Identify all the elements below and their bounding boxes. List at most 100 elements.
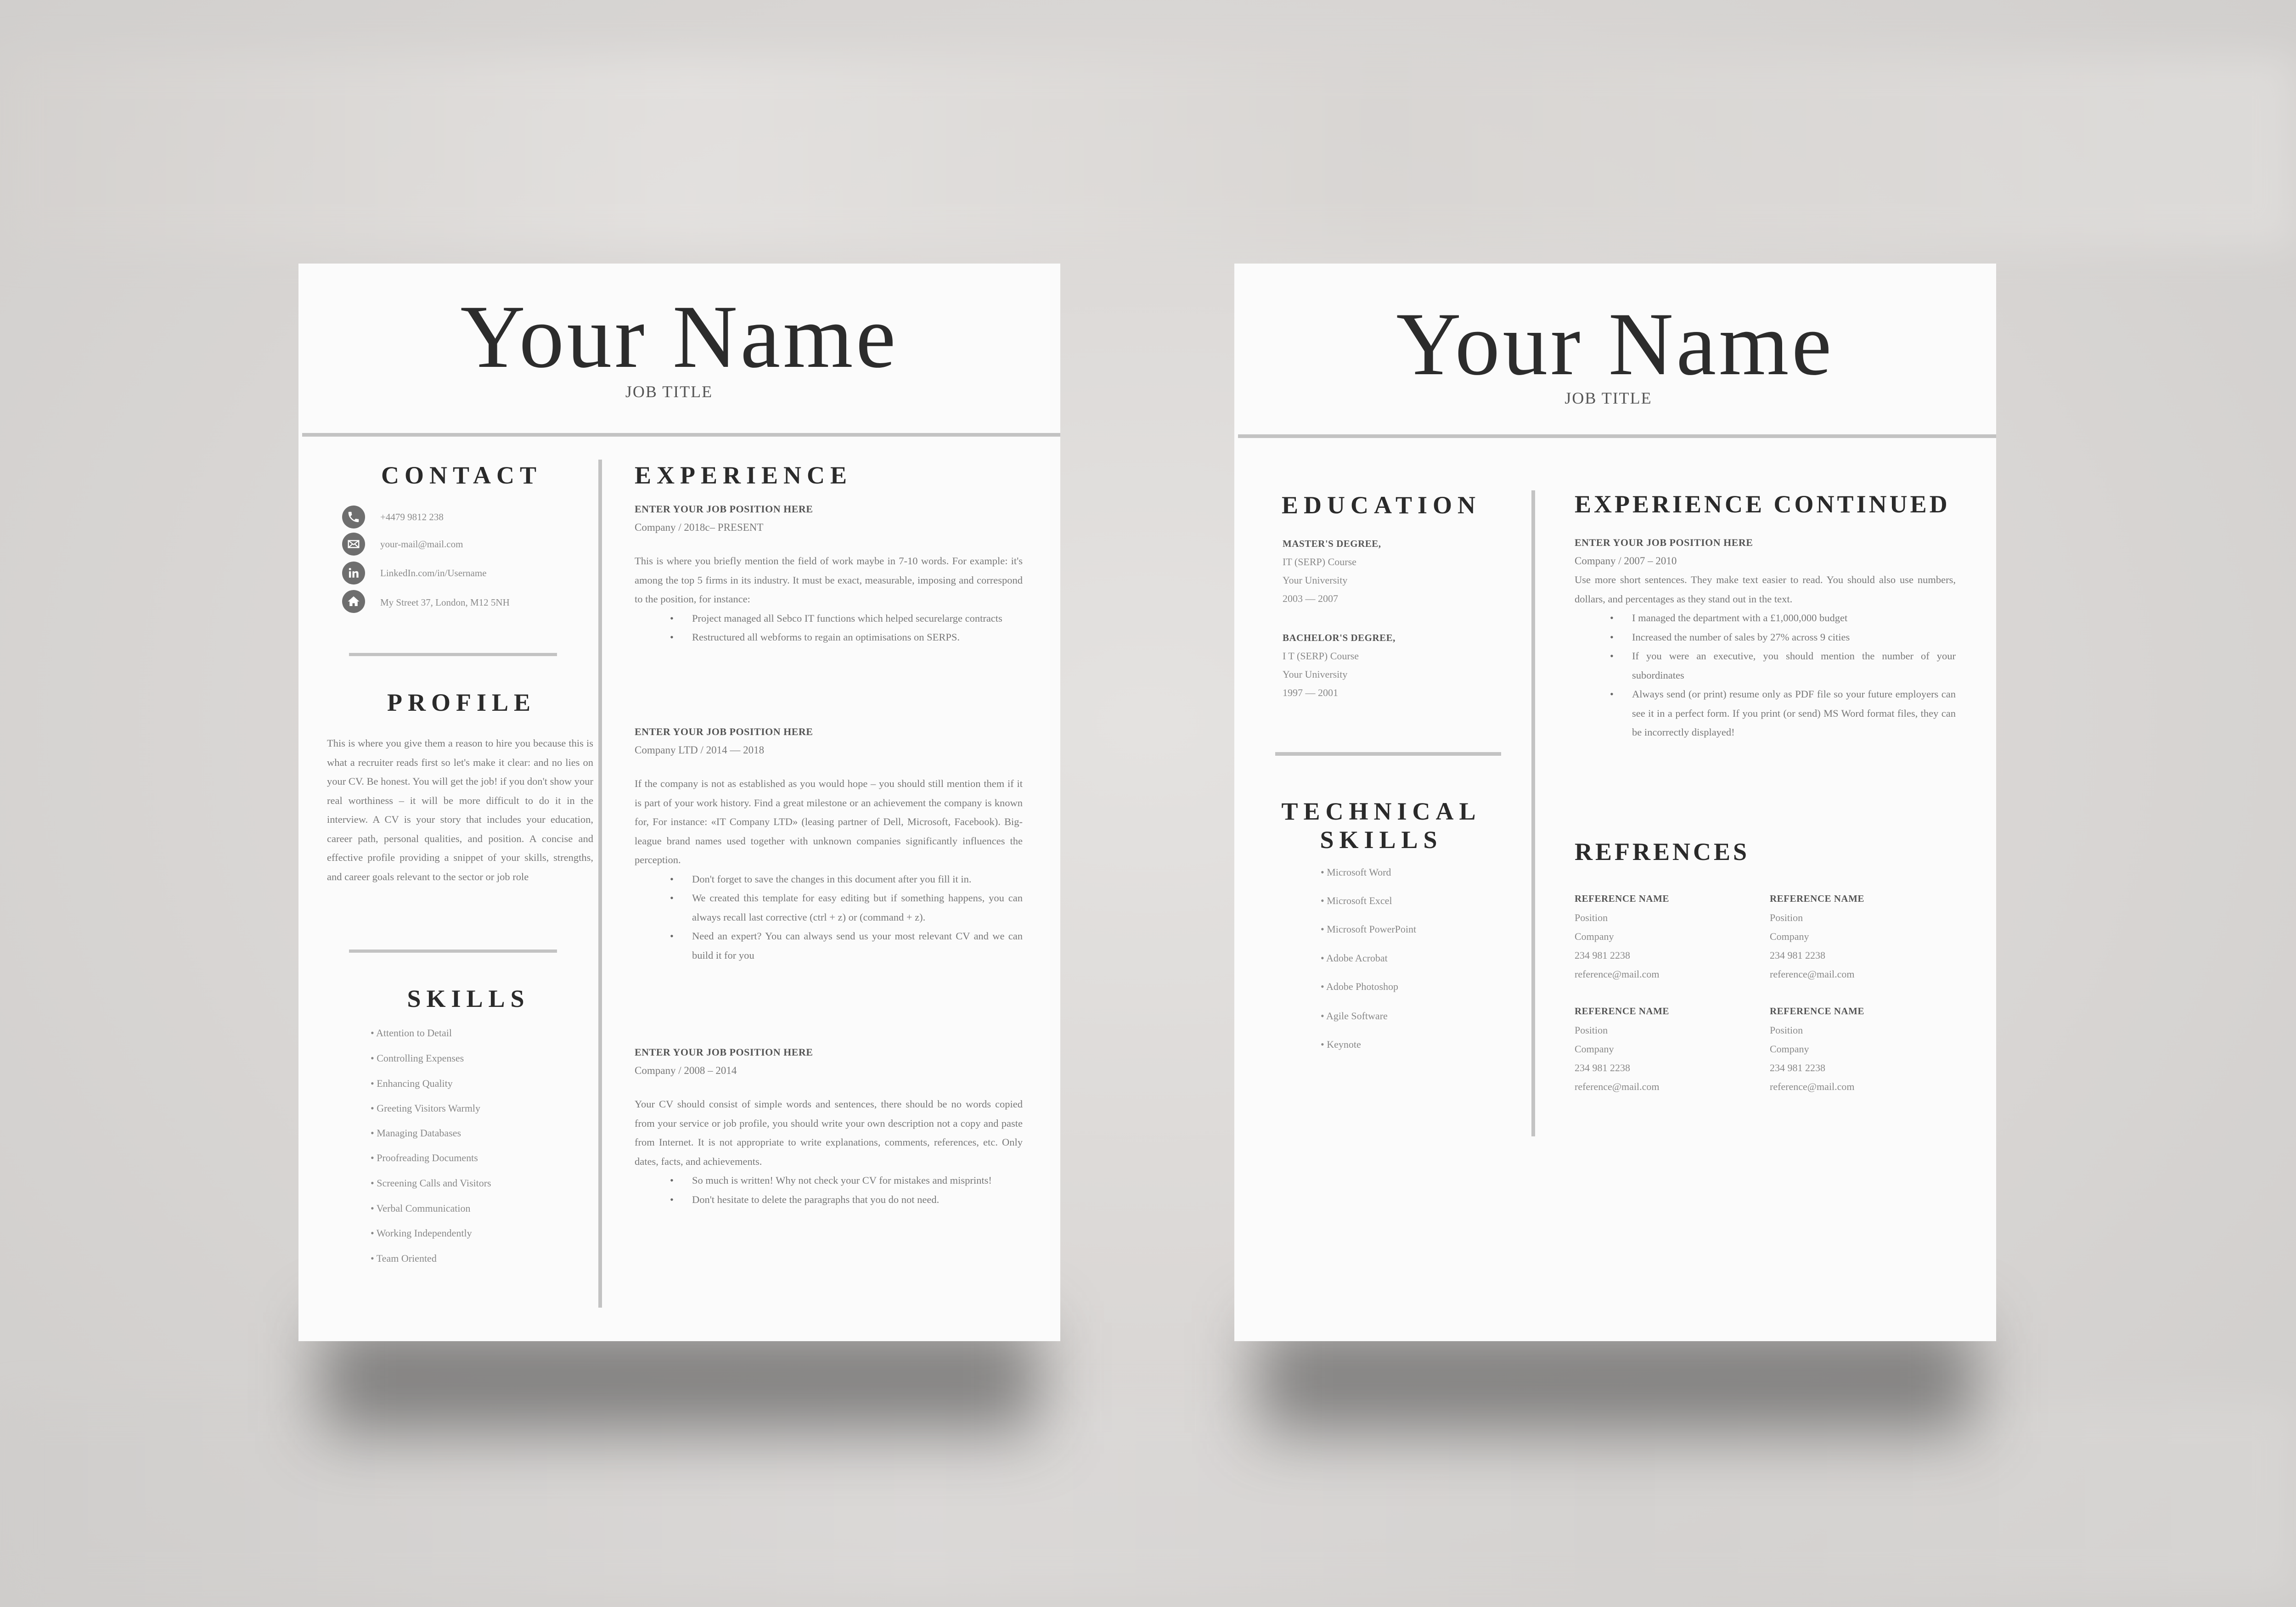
skill-item: • Working Independently: [371, 1227, 472, 1239]
course: I T (SERP) Course: [1283, 650, 1359, 662]
years: 1997 — 2001: [1283, 687, 1338, 698]
job-description: This is where you briefly mention the fi…: [635, 555, 1023, 605]
experience-continued-heading: EXPERIENCE CONTINUED: [1575, 490, 1950, 518]
section-divider: [1275, 752, 1501, 756]
education-entry: MASTER'S DEGREE, IT (SERP) Course Your U…: [1283, 534, 1503, 608]
contact-linkedin-text: LinkedIn.com/in/Username: [380, 567, 487, 579]
job-bullet: Need an expert? You can always send us y…: [670, 927, 1023, 965]
section-divider: [349, 653, 557, 656]
skill-item: • Greeting Visitors Warmly: [371, 1102, 481, 1114]
home-icon: [342, 590, 365, 613]
degree: BACHELOR'S DEGREE,: [1283, 632, 1396, 643]
job-bullet: Always send (or print) resume only as PD…: [1610, 685, 1956, 742]
contact-address: My Street 37, London, M12 5NH: [342, 589, 510, 614]
skills-heading: SKILLS: [407, 985, 530, 1012]
technical-skill-item: • Microsoft PowerPoint: [1321, 923, 1417, 935]
reference-email[interactable]: reference@mail.com: [1770, 965, 1953, 983]
job-bullet: We created this template for easy editin…: [670, 888, 1023, 927]
reference-position: Position: [1770, 912, 1803, 923]
degree: MASTER'S DEGREE,: [1283, 538, 1381, 549]
job-meta: Company / 2018c– PRESENT: [635, 522, 764, 533]
technical-skills-heading-line1: TECHNICAL: [1281, 798, 1481, 825]
skill-item: • Attention to Detail: [371, 1027, 452, 1039]
skill-item: • Enhancing Quality: [371, 1078, 453, 1089]
experience-entry: ENTER YOUR JOB POSITION HERE Company / 2…: [635, 500, 1023, 647]
job-bullet: I managed the department with a £1,000,0…: [1610, 608, 1956, 628]
job-meta: Company / 2007 – 2010: [1575, 555, 1677, 567]
job-position: ENTER YOUR JOB POSITION HERE: [635, 726, 813, 737]
skill-item: • Controlling Expenses: [371, 1052, 464, 1064]
technical-skills-heading: TECHNICAL SKILLS: [1262, 797, 1501, 854]
contact-phone[interactable]: +4479 9812 238: [342, 504, 444, 530]
reference-email[interactable]: reference@mail.com: [1575, 965, 1758, 983]
column-divider: [598, 460, 602, 1308]
skill-item: • Proofreading Documents: [371, 1152, 478, 1163]
technical-skill-item: • Microsoft Word: [1321, 866, 1391, 878]
job-bullet: If you were an executive, you should men…: [1610, 646, 1956, 685]
job-bullet: Don't hesitate to delete the paragraphs …: [670, 1190, 1023, 1209]
reference-position: Position: [1770, 1024, 1803, 1036]
job-position: ENTER YOUR JOB POSITION HERE: [635, 1046, 813, 1058]
reference-card: REFERENCE NAME Position Company 234 981 …: [1575, 889, 1758, 983]
job-position: ENTER YOUR JOB POSITION HERE: [1575, 537, 1753, 548]
course: IT (SERP) Course: [1283, 556, 1356, 568]
job-bullet: Increased the number of sales by 27% acr…: [1610, 628, 1956, 647]
job-description: Use more short sentences. They make text…: [1575, 574, 1956, 605]
reference-name: REFERENCE NAME: [1575, 1006, 1669, 1017]
job-bullet: Project managed all Sebco IT functions w…: [670, 609, 1023, 628]
reference-position: Position: [1575, 1024, 1608, 1036]
resume-name: Your Name: [1396, 294, 1835, 394]
contact-email[interactable]: your-mail@mail.com: [342, 531, 463, 557]
reference-name: REFERENCE NAME: [1575, 893, 1669, 904]
experience-entry: ENTER YOUR JOB POSITION HERE Company / 2…: [1575, 534, 1956, 742]
resume-page-1: Your Name JOB TITLE CONTACT +4479 9812 2…: [298, 264, 1060, 1341]
phone-icon: [342, 506, 365, 528]
mail-icon: [342, 533, 365, 556]
references-heading: REFRENCES: [1575, 838, 1750, 865]
school: Your University: [1283, 574, 1348, 586]
job-meta: Company LTD / 2014 — 2018: [635, 744, 765, 756]
header-divider: [1238, 434, 1996, 438]
experience-entry: ENTER YOUR JOB POSITION HERE Company / 2…: [635, 1043, 1023, 1209]
reference-position: Position: [1575, 912, 1608, 923]
technical-skills-heading-line2: SKILLS: [1320, 826, 1443, 854]
education-heading: EDUCATION: [1281, 491, 1481, 519]
reference-email[interactable]: reference@mail.com: [1575, 1077, 1758, 1096]
education-entry: BACHELOR'S DEGREE, I T (SERP) Course You…: [1283, 629, 1503, 702]
contact-heading: CONTACT: [381, 461, 542, 489]
skill-item: • Managing Databases: [371, 1127, 461, 1139]
reference-email[interactable]: reference@mail.com: [1770, 1077, 1953, 1096]
reference-company: Company: [1575, 931, 1614, 942]
reference-card: REFERENCE NAME Position Company 234 981 …: [1575, 1001, 1758, 1096]
years: 2003 — 2007: [1283, 593, 1338, 604]
reference-phone: 234 981 2238: [1770, 950, 1825, 961]
job-bullets: So much is written! Why not check your C…: [635, 1171, 1023, 1209]
reference-name: REFERENCE NAME: [1770, 1006, 1864, 1017]
job-description: If the company is not as established as …: [635, 778, 1023, 865]
reference-card: REFERENCE NAME Position Company 234 981 …: [1770, 1001, 1953, 1096]
school: Your University: [1283, 669, 1348, 680]
job-bullet: Don't forget to save the changes in this…: [670, 870, 1023, 889]
technical-skill-item: • Agile Software: [1321, 1010, 1388, 1022]
reference-phone: 234 981 2238: [1575, 950, 1630, 961]
reference-company: Company: [1770, 931, 1809, 942]
job-bullets: Project managed all Sebco IT functions w…: [635, 609, 1023, 647]
reference-card: REFERENCE NAME Position Company 234 981 …: [1770, 889, 1953, 983]
contact-address-text: My Street 37, London, M12 5NH: [380, 597, 510, 608]
job-bullets: I managed the department with a £1,000,0…: [1575, 608, 1956, 742]
technical-skill-item: • Adobe Photoshop: [1321, 981, 1399, 992]
job-position: ENTER YOUR JOB POSITION HERE: [635, 503, 813, 515]
contact-phone-text: +4479 9812 238: [380, 511, 444, 523]
experience-entry: ENTER YOUR JOB POSITION HERE Company LTD…: [635, 723, 1023, 965]
header-divider: [302, 433, 1060, 437]
reference-company: Company: [1575, 1043, 1614, 1055]
column-divider: [1531, 490, 1535, 1136]
skill-item: • Verbal Communication: [371, 1202, 471, 1214]
job-bullet: So much is written! Why not check your C…: [670, 1171, 1023, 1190]
reference-name: REFERENCE NAME: [1770, 893, 1864, 904]
contact-email-text: your-mail@mail.com: [380, 538, 463, 550]
job-title: JOB TITLE: [625, 382, 713, 401]
job-bullets: Don't forget to save the changes in this…: [635, 870, 1023, 965]
reference-phone: 234 981 2238: [1575, 1062, 1630, 1073]
contact-linkedin[interactable]: LinkedIn.com/in/Username: [342, 560, 487, 586]
